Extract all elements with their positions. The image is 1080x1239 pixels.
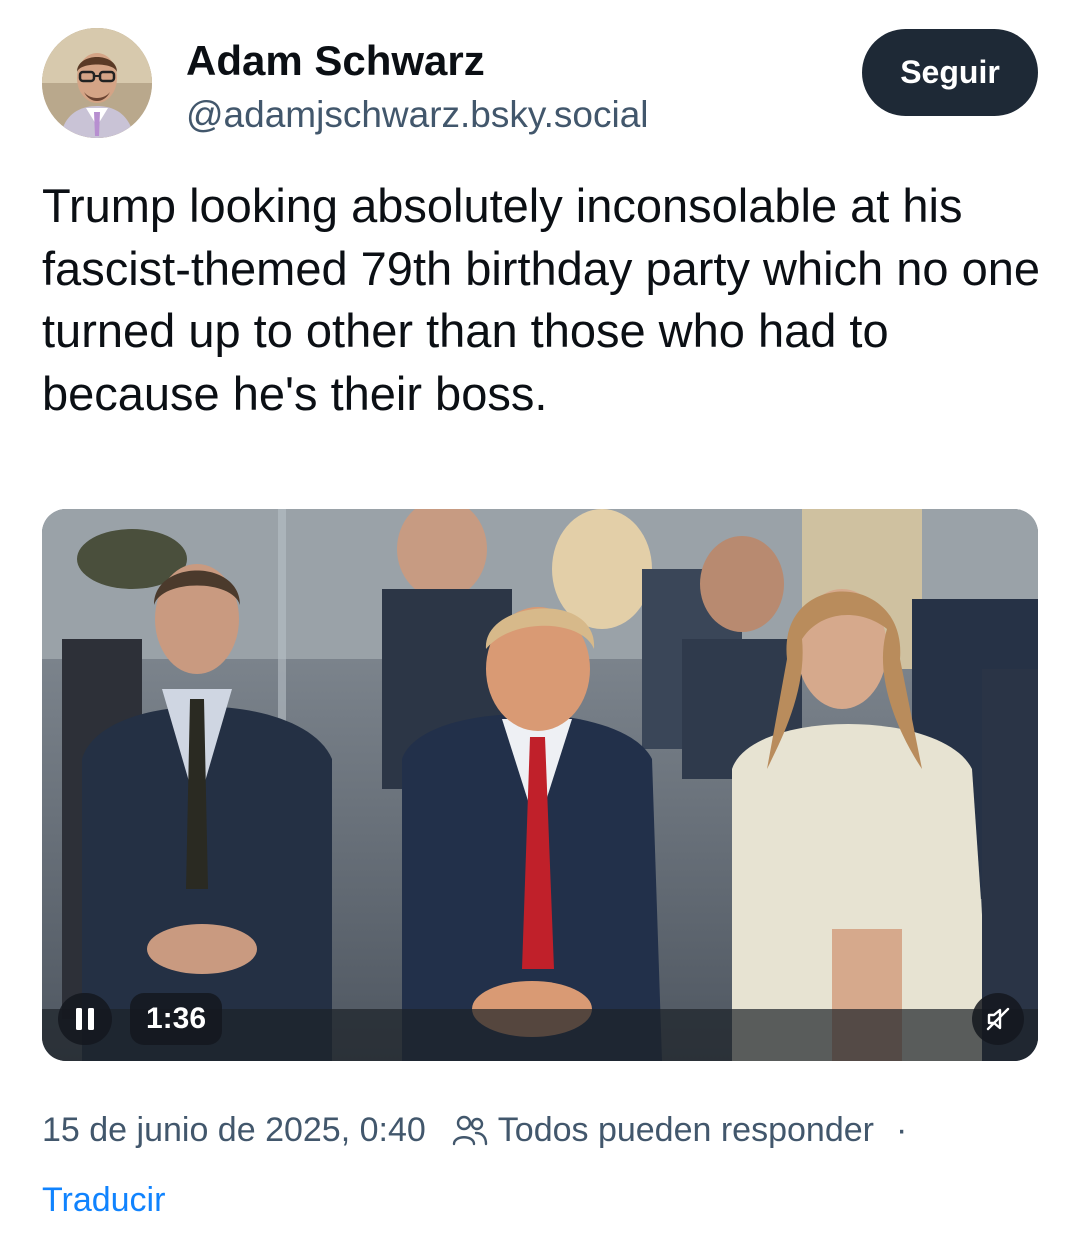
follow-button[interactable]: Seguir <box>862 29 1038 116</box>
post-text: Trump looking absolutely inconsolable at… <box>42 179 1040 420</box>
meta-separator: · <box>895 1110 908 1149</box>
translate-link[interactable]: Traducir <box>42 1176 165 1224</box>
post-date[interactable]: 15 de junio de 2025, 0:40 <box>42 1111 426 1150</box>
muted-speaker-icon <box>986 1007 1010 1031</box>
post-card: Adam Schwarz @adamjschwarz.bsky.social S… <box>0 0 1080 1239</box>
post-meta: 15 de junio de 2025, 0:40 Todos pueden r… <box>42 1106 907 1154</box>
video-time: 1:36 <box>130 993 223 1045</box>
pause-icon <box>76 1008 94 1030</box>
author-avatar[interactable] <box>42 28 152 138</box>
people-icon <box>452 1113 488 1147</box>
video-player[interactable]: 1:36 <box>42 509 1038 1061</box>
mute-button[interactable] <box>972 993 1024 1045</box>
video-frame <box>42 509 1038 1061</box>
author-name[interactable]: Adam Schwarz <box>186 36 485 86</box>
pause-button[interactable] <box>58 993 112 1045</box>
avatar-image <box>42 28 152 138</box>
reply-setting[interactable]: Todos pueden responder <box>498 1111 874 1150</box>
author-handle[interactable]: @adamjschwarz.bsky.social <box>186 92 649 138</box>
